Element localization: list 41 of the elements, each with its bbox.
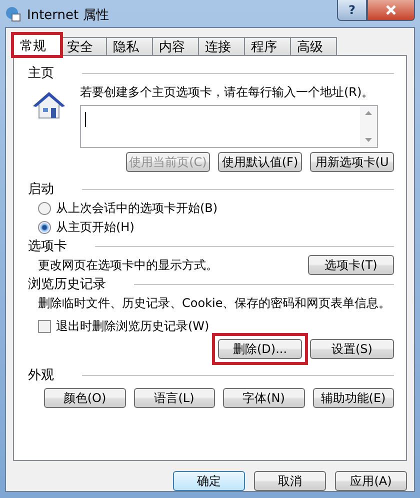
dialog-button[interactable]: 应用(A) <box>335 471 407 491</box>
radio-button[interactable] <box>38 221 51 234</box>
tab[interactable]: 隐私 <box>106 37 153 56</box>
help-button[interactable]: ? <box>337 0 367 21</box>
window-title: Internet 属性 <box>27 7 110 24</box>
checkbox-label: 退出时删除浏览历史记录(W) <box>56 318 210 335</box>
close-icon <box>386 5 396 15</box>
section-heading: 外观 <box>28 367 54 384</box>
checkbox[interactable] <box>38 320 51 333</box>
scrollbar[interactable] <box>360 106 377 147</box>
dialog-button[interactable]: 取消 <box>254 471 326 491</box>
section-heading: 启动 <box>28 181 54 198</box>
tab[interactable]: 内容 <box>152 37 199 56</box>
tab[interactable]: 常规 <box>13 34 61 56</box>
tab[interactable]: 连接 <box>198 37 245 56</box>
tab[interactable]: 安全 <box>60 37 107 56</box>
globe-icon <box>5 6 21 22</box>
radio-label: 从上次会话中的选项卡开始(B) <box>56 200 218 217</box>
appearance-button[interactable]: 辅助功能(E) <box>312 388 394 408</box>
history-description: 删除临时文件、历史记录、Cookie、保存的密码和网页表单信息。 <box>38 295 391 312</box>
section-heading: 主页 <box>28 65 54 82</box>
close-button[interactable] <box>367 0 415 21</box>
house-icon <box>32 90 66 120</box>
radio-label: 从主页开始(H) <box>56 219 134 236</box>
homepage-field[interactable] <box>80 105 378 148</box>
appearance-button[interactable]: 语言(L) <box>134 388 215 408</box>
history-button[interactable]: 设置(S) <box>310 339 394 359</box>
dialog-button[interactable]: 确定 <box>173 471 245 491</box>
appearance-button[interactable]: 字体(N) <box>223 388 304 408</box>
homepage-button[interactable]: 用新选项卡(U <box>310 152 394 172</box>
history-button[interactable]: 删除(D)... <box>218 339 302 359</box>
tabs-description: 更改网页在选项卡中的显示方式。 <box>38 256 218 274</box>
section-heading: 浏览历史记录 <box>28 276 106 293</box>
tab[interactable]: 程序 <box>244 37 291 56</box>
homepage-hint: 若要创建多个主页选项卡，请在每行输入一个地址(R)。 <box>80 85 374 99</box>
appearance-button[interactable]: 颜色(O) <box>44 388 126 408</box>
section-heading: 选项卡 <box>28 238 67 255</box>
tab[interactable]: 高级 <box>290 37 337 56</box>
tabs-button[interactable]: 选项卡(T) <box>308 255 394 275</box>
homepage-button[interactable]: 使用默认值(F) <box>218 152 302 172</box>
radio-button[interactable] <box>38 202 51 215</box>
